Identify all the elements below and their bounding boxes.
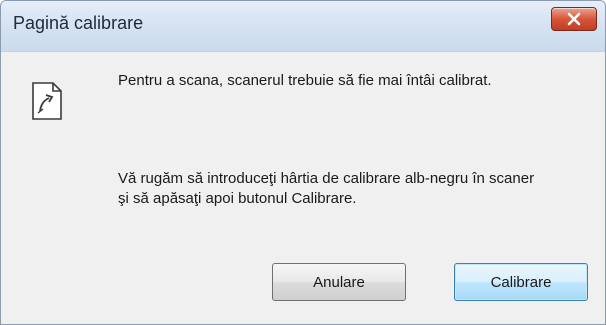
instruction-text-line-2: şi să apăsaţi apoi butonul Calibrare.	[118, 190, 357, 207]
instruction-text-line-1: Vă rugăm să introduceţi hârtia de calibr…	[118, 170, 535, 187]
cancel-button[interactable]: Anulare	[272, 263, 406, 301]
window-title: Pagină calibrare	[13, 13, 144, 33]
title-bar[interactable]: Pagină calibrare	[1, 1, 605, 52]
document-arrow-icon	[32, 82, 62, 120]
calibrate-button[interactable]: Calibrare	[454, 263, 588, 301]
dialog-body: Pentru a scana, scanerul trebuie să fie …	[1, 52, 605, 324]
calibration-required-text: Pentru a scana, scanerul trebuie să fie …	[118, 72, 492, 89]
calibration-dialog: Pagină calibrare Pentru a scana, scaneru…	[0, 0, 606, 325]
close-button[interactable]	[551, 7, 597, 31]
close-icon	[567, 12, 581, 26]
